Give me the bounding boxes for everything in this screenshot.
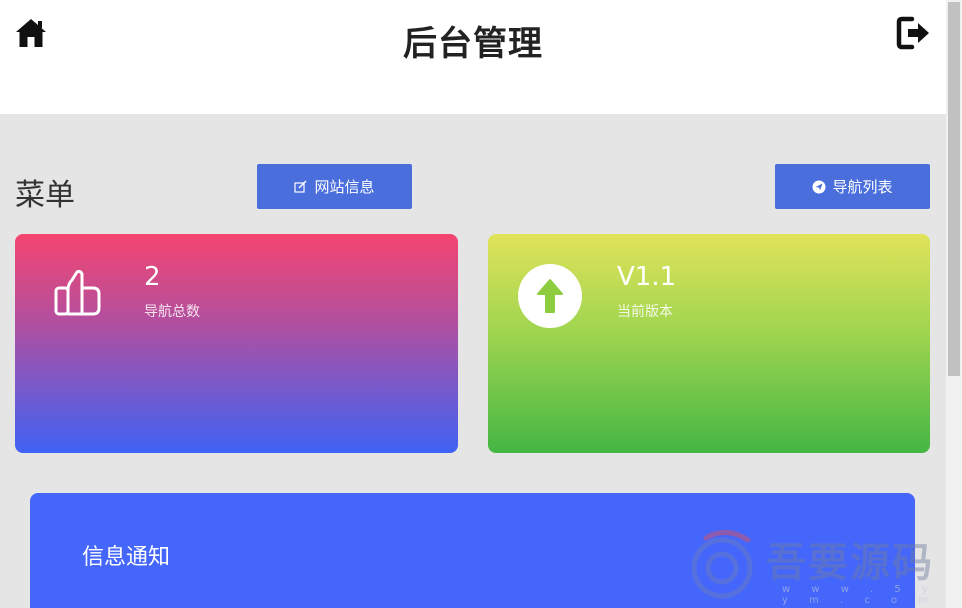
version-card: V1.1 当前版本 (488, 234, 930, 453)
version-label: 当前版本 (617, 304, 673, 320)
version-value: V1.1 (617, 262, 677, 292)
nav-list-label: 导航列表 (832, 178, 893, 196)
logout-icon (896, 16, 929, 50)
menu-title: 菜单 (15, 178, 75, 213)
site-info-label: 网站信息 (314, 178, 375, 196)
header: 后台管理 (0, 0, 946, 114)
thumbs-up-icon (54, 269, 101, 316)
arrow-up-icon (537, 279, 563, 313)
nav-total-value: 2 (144, 262, 161, 292)
site-info-button[interactable]: 网站信息 (257, 164, 412, 209)
nav-total-card: 2 导航总数 (15, 234, 458, 453)
send-icon (812, 180, 826, 193)
info-notice-panel: 信息通知 (30, 493, 915, 608)
nav-total-label: 导航总数 (144, 304, 200, 320)
thumbs-up-icon-wrap (53, 266, 117, 330)
page-title: 后台管理 (403, 24, 543, 64)
scrollbar-thumb[interactable] (948, 2, 960, 376)
vertical-scrollbar[interactable] (946, 0, 962, 608)
arrow-up-circle-icon (518, 264, 582, 328)
logout-button[interactable] (896, 16, 932, 50)
notice-title: 信息通知 (82, 545, 171, 570)
edit-icon (294, 180, 307, 193)
viewport: 后台管理 菜单 网站信息 导航列表 2 导航总数 V1.1 当前版本 信息通知 … (0, 0, 962, 608)
nav-list-button[interactable]: 导航列表 (775, 164, 930, 209)
